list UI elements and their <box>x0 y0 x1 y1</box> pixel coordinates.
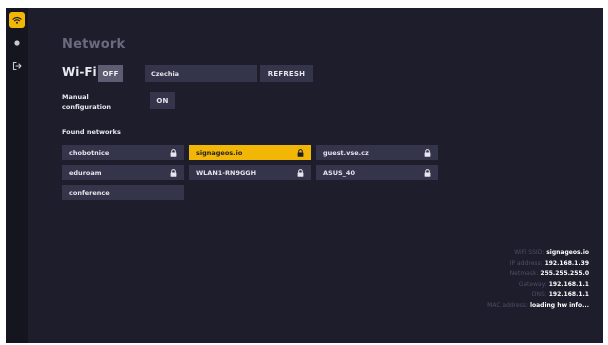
network-item[interactable]: conference <box>62 185 184 200</box>
manual-label-line1: Manual <box>62 93 89 101</box>
found-networks-heading: Found networks <box>62 128 121 136</box>
network-item[interactable]: WLAN1-RN9GGH <box>189 165 311 180</box>
network-ssid: ASUS_40 <box>323 168 355 177</box>
info-wifi-ssid: WiFi SSID: signageos.io <box>487 248 589 259</box>
network-ssid: conference <box>69 188 110 197</box>
info-gateway: Gateway: 192.168.1.1 <box>487 280 589 291</box>
lock-icon <box>170 148 177 157</box>
info-mac-label: MAC address: <box>487 301 529 309</box>
page-title: Network <box>62 37 126 52</box>
info-ip-value: 192.168.1.39 <box>544 259 589 267</box>
sidebar-item-display[interactable] <box>9 35 25 51</box>
manual-configuration-label: Manual configuration <box>62 92 111 112</box>
network-ssid: signageos.io <box>196 148 243 157</box>
country-select[interactable]: Czechia <box>145 65 257 82</box>
sidebar-item-exit[interactable] <box>9 58 25 74</box>
lock-icon <box>424 168 431 177</box>
info-mac-value: loading hw info... <box>529 301 589 309</box>
info-mac-address: MAC address: loading hw info... <box>487 301 589 312</box>
manual-label-line2: configuration <box>62 103 112 111</box>
info-ip-label: IP address: <box>509 259 543 267</box>
info-netmask-value: 255.255.255.0 <box>540 270 589 277</box>
info-wifi-ssid-label: WiFi SSID: <box>514 249 545 256</box>
wifi-toggle-button[interactable]: OFF <box>98 65 123 82</box>
info-netmask-label: Netmask: <box>509 270 539 277</box>
info-wifi-ssid-value: signageos.io <box>546 249 589 256</box>
refresh-button[interactable]: REFRESH <box>260 65 313 82</box>
info-netmask: Netmask: 255.255.255.0 <box>487 269 589 280</box>
info-gateway-value: 192.168.1.1 <box>548 280 589 288</box>
dot-icon <box>14 40 20 46</box>
lock-icon <box>424 148 431 157</box>
lock-icon <box>297 148 304 157</box>
network-ssid: guest.vse.cz <box>323 148 369 157</box>
sidebar <box>6 8 28 343</box>
wifi-icon <box>12 16 22 24</box>
network-list: chobotnice signageos.io guest.vse.cz edu… <box>62 145 438 200</box>
manual-configuration-toggle[interactable]: ON <box>150 92 175 109</box>
network-settings-screen: Network Wi-Fi OFF Czechia REFRESH Manual… <box>6 8 603 343</box>
lock-icon <box>170 168 177 177</box>
logout-icon <box>12 61 22 71</box>
wifi-label: Wi-Fi <box>62 65 97 79</box>
lock-icon <box>297 168 304 177</box>
info-dns-value: 192.168.1.1 <box>548 291 589 298</box>
info-ip-address: IP address: 192.168.1.39 <box>487 259 589 270</box>
device-info-panel: WiFi SSID: signageos.io IP address: 192.… <box>487 248 589 311</box>
network-item-selected[interactable]: signageos.io <box>189 145 311 160</box>
network-item[interactable]: chobotnice <box>62 145 184 160</box>
network-ssid: chobotnice <box>69 148 110 157</box>
network-item[interactable]: eduroam <box>62 165 184 180</box>
info-gateway-label: Gateway: <box>518 280 547 288</box>
network-item[interactable]: ASUS_40 <box>316 165 438 180</box>
sidebar-item-network[interactable] <box>9 12 25 28</box>
info-dns-label: DNS: <box>531 291 547 298</box>
info-dns: DNS: 192.168.1.1 <box>487 290 589 301</box>
network-ssid: eduroam <box>69 168 102 177</box>
network-ssid: WLAN1-RN9GGH <box>196 168 257 177</box>
network-item[interactable]: guest.vse.cz <box>316 145 438 160</box>
